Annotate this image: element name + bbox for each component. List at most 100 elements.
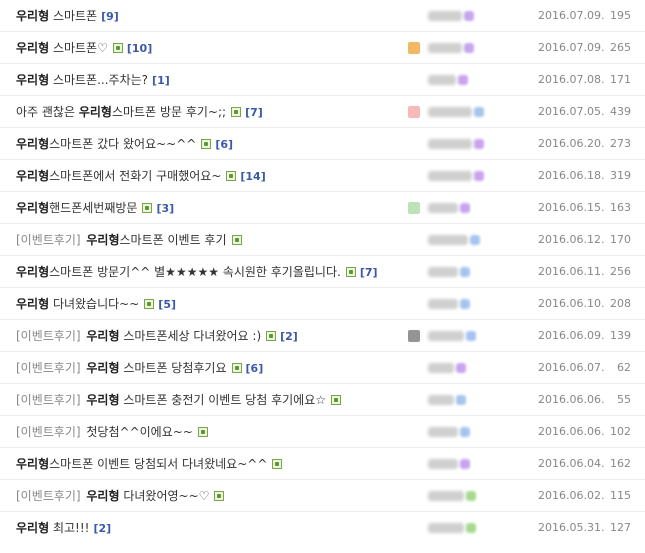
comment-count[interactable]: [9] xyxy=(101,10,119,23)
post-title-link[interactable]: 우리형스마트폰 갔다 왔어요~~^^ xyxy=(16,137,196,151)
author-cell[interactable] xyxy=(406,32,516,64)
post-title[interactable]: [이벤트후기] 우리형 스마트폰세상 다녀왔어요 :) [2] xyxy=(16,320,408,352)
post-row[interactable]: [이벤트후기] 우리형 다녀왔어영~~♡ 2016.06.02. 115 xyxy=(0,480,645,512)
post-title[interactable]: [이벤트후기] 첫당첨^^이에요~~ xyxy=(16,416,408,448)
comment-count[interactable]: [10] xyxy=(127,42,152,55)
author-cell[interactable] xyxy=(406,192,516,224)
author-cell[interactable] xyxy=(406,352,516,384)
post-row[interactable]: 우리형 스마트폰♡ [10] 2016.07.09. 265 xyxy=(0,32,645,64)
post-title-link[interactable]: 우리형 스마트폰♡ xyxy=(16,41,108,55)
post-title-link[interactable]: 우리형핸드폰세번째방문 xyxy=(16,201,137,215)
avatar[interactable] xyxy=(408,330,420,342)
author-nickname-blurred[interactable] xyxy=(428,331,464,341)
comment-count[interactable]: [3] xyxy=(156,202,174,215)
author-nickname-blurred[interactable] xyxy=(428,11,462,21)
post-title-link[interactable]: 우리형스마트폰에서 전화기 구매했어요~ xyxy=(16,169,221,183)
post-title[interactable]: 아주 괜찮은 우리형스마트폰 방문 후기~;; [7] xyxy=(16,96,408,128)
post-title-link[interactable]: 우리형스마트폰 방문기^^ 별★★★★★ 속시원한 후기올립니다. xyxy=(16,265,341,279)
author-cell[interactable] xyxy=(406,288,516,320)
post-row[interactable]: 우리형스마트폰 방문기^^ 별★★★★★ 속시원한 후기올립니다. [7] 2016… xyxy=(0,256,645,288)
post-title[interactable]: 우리형스마트폰 이벤트 당첨되서 다녀왔네요~^^ xyxy=(16,448,408,480)
post-row[interactable]: 우리형핸드폰세번째방문 [3] 2016.06.15. 163 xyxy=(0,192,645,224)
post-title-link[interactable]: 우리형스마트폰 이벤트 당첨되서 다녀왔네요~^^ xyxy=(16,457,267,471)
author-nickname-blurred[interactable] xyxy=(428,267,458,277)
author-nickname-blurred[interactable] xyxy=(428,139,472,149)
comment-count[interactable]: [7] xyxy=(245,106,263,119)
author-cell[interactable] xyxy=(406,480,516,512)
author-cell[interactable] xyxy=(406,320,516,352)
post-title-link[interactable]: [이벤트후기] 우리형스마트폰 이벤트 후기 xyxy=(16,233,227,247)
author-nickname-blurred[interactable] xyxy=(428,171,472,181)
post-row[interactable]: [이벤트후기] 우리형 스마트폰 충전기 이벤트 당첨 후기에요☆ 2016.06… xyxy=(0,384,645,416)
comment-count[interactable]: [6] xyxy=(215,138,233,151)
post-row[interactable]: 우리형스마트폰 이벤트 당첨되서 다녀왔네요~^^ 2016.06.04. 162 xyxy=(0,448,645,480)
comment-count[interactable]: [2] xyxy=(280,330,298,343)
post-row[interactable]: [이벤트후기] 우리형 스마트폰세상 다녀왔어요 :) [2] 2016.06.09… xyxy=(0,320,645,352)
avatar[interactable] xyxy=(408,202,420,214)
post-row[interactable]: 우리형스마트폰에서 전화기 구매했어요~ [14] 2016.06.18. 319 xyxy=(0,160,645,192)
author-nickname-blurred[interactable] xyxy=(428,395,454,405)
post-title[interactable]: 우리형스마트폰 갔다 왔어요~~^^ [6] xyxy=(16,128,408,160)
post-title-link[interactable]: 우리형 스마트폰 xyxy=(16,9,97,23)
author-nickname-blurred[interactable] xyxy=(428,235,468,245)
post-title-link[interactable]: [이벤트후기] 첫당첨^^이에요~~ xyxy=(16,425,193,439)
post-title-link[interactable]: 우리형 스마트폰...주차는? xyxy=(16,73,148,87)
post-title-link[interactable]: [이벤트후기] 우리형 스마트폰세상 다녀왔어요 :) xyxy=(16,329,261,343)
post-title[interactable]: 우리형 스마트폰♡ [10] xyxy=(16,32,408,64)
post-title[interactable]: [이벤트후기] 우리형 다녀왔어영~~♡ xyxy=(16,480,408,512)
author-nickname-blurred[interactable] xyxy=(428,203,458,213)
author-cell[interactable] xyxy=(406,64,516,96)
avatar[interactable] xyxy=(408,42,420,54)
author-cell[interactable] xyxy=(406,0,516,32)
author-nickname-blurred[interactable] xyxy=(428,299,458,309)
author-cell[interactable] xyxy=(406,256,516,288)
post-row[interactable]: 우리형스마트폰 갔다 왔어요~~^^ [6] 2016.06.20. 273 xyxy=(0,128,645,160)
post-title[interactable]: 우리형스마트폰 방문기^^ 별★★★★★ 속시원한 후기올립니다. [7] xyxy=(16,256,408,288)
post-title-link[interactable]: [이벤트후기] 우리형 스마트폰 당첨후기요 xyxy=(16,361,227,375)
post-title[interactable]: 우리형 최고!!! [2] xyxy=(16,512,408,544)
author-nickname-blurred[interactable] xyxy=(428,523,464,533)
post-row[interactable]: 우리형 최고!!! [2] 2016.05.31. 127 xyxy=(0,512,645,544)
author-nickname-blurred[interactable] xyxy=(428,427,458,437)
author-nickname-blurred[interactable] xyxy=(428,75,456,85)
comment-count[interactable]: [5] xyxy=(158,298,176,311)
post-title[interactable]: [이벤트후기] 우리형스마트폰 이벤트 후기 xyxy=(16,224,408,256)
post-title[interactable]: 우리형스마트폰에서 전화기 구매했어요~ [14] xyxy=(16,160,408,192)
author-cell[interactable] xyxy=(406,160,516,192)
post-title[interactable]: 우리형 스마트폰...주차는? [1] xyxy=(16,64,408,96)
post-title-link[interactable]: 우리형 다녀왔습니다~~ xyxy=(16,297,139,311)
author-cell[interactable] xyxy=(406,448,516,480)
comment-count[interactable]: [2] xyxy=(93,522,111,535)
post-title-link[interactable]: [이벤트후기] 우리형 다녀왔어영~~♡ xyxy=(16,489,209,503)
post-title-link[interactable]: 우리형 최고!!! xyxy=(16,521,89,535)
author-cell[interactable] xyxy=(406,416,516,448)
comment-count[interactable]: [14] xyxy=(240,170,265,183)
author-cell[interactable] xyxy=(406,128,516,160)
post-title[interactable]: [이벤트후기] 우리형 스마트폰 충전기 이벤트 당첨 후기에요☆ xyxy=(16,384,408,416)
comment-count[interactable]: [6] xyxy=(246,362,264,375)
post-row[interactable]: 우리형 스마트폰...주차는? [1] 2016.07.08. 171 xyxy=(0,64,645,96)
comment-count[interactable]: [1] xyxy=(152,74,170,87)
author-cell[interactable] xyxy=(406,224,516,256)
post-row[interactable]: 아주 괜찮은 우리형스마트폰 방문 후기~;; [7] 2016.07.05. 439 xyxy=(0,96,645,128)
post-row[interactable]: [이벤트후기] 우리형 스마트폰 당첨후기요 [6] 2016.06.07. 62 xyxy=(0,352,645,384)
author-nickname-blurred[interactable] xyxy=(428,491,464,501)
post-title[interactable]: [이벤트후기] 우리형 스마트폰 당첨후기요 [6] xyxy=(16,352,408,384)
post-row[interactable]: [이벤트후기] 첫당첨^^이에요~~ 2016.06.06. 102 xyxy=(0,416,645,448)
post-row[interactable]: 우리형 스마트폰 [9] 2016.07.09. 195 xyxy=(0,0,645,32)
post-title[interactable]: 우리형 스마트폰 [9] xyxy=(16,0,408,32)
comment-count[interactable]: [7] xyxy=(360,266,378,279)
post-title-link[interactable]: 아주 괜찮은 우리형스마트폰 방문 후기~;; xyxy=(16,105,226,119)
author-nickname-blurred[interactable] xyxy=(428,43,462,53)
post-row[interactable]: 우리형 다녀왔습니다~~ [5] 2016.06.10. 208 xyxy=(0,288,645,320)
author-nickname-blurred[interactable] xyxy=(428,459,458,469)
post-title[interactable]: 우리형 다녀왔습니다~~ [5] xyxy=(16,288,408,320)
author-cell[interactable] xyxy=(406,384,516,416)
post-row[interactable]: [이벤트후기] 우리형스마트폰 이벤트 후기 2016.06.12. 170 xyxy=(0,224,645,256)
author-nickname-blurred[interactable] xyxy=(428,107,472,117)
author-nickname-blurred[interactable] xyxy=(428,363,454,373)
avatar[interactable] xyxy=(408,106,420,118)
author-cell[interactable] xyxy=(406,512,516,544)
author-cell[interactable] xyxy=(406,96,516,128)
post-title-link[interactable]: [이벤트후기] 우리형 스마트폰 충전기 이벤트 당첨 후기에요☆ xyxy=(16,393,326,407)
